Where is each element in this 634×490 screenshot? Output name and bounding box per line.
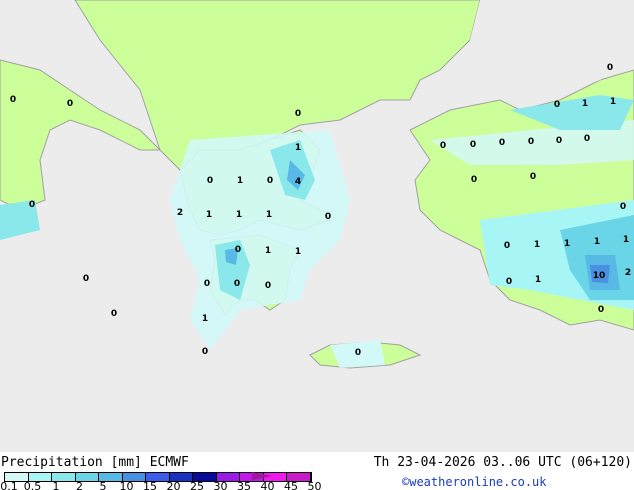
map-value-label: 0 (498, 138, 506, 148)
colorbar-tick: 1 (52, 480, 60, 490)
map-value-label: 1 (235, 210, 243, 220)
map-value-label: 2 (624, 268, 632, 278)
map-value-label: 1 (265, 210, 273, 220)
map-value-label: 0 (66, 99, 74, 109)
map-value-label: 0 (28, 200, 36, 210)
map-value-label: 0 (233, 279, 241, 289)
map-value-label: 1 (581, 99, 589, 109)
map-value-label: 1 (201, 314, 209, 324)
map-value-label: 0 (234, 245, 242, 255)
map-value-label: 0 (553, 100, 561, 110)
colorbar-tick: 30 (213, 480, 228, 490)
colorbar-tick: 15 (143, 480, 157, 490)
map-value-label: 0 (201, 347, 209, 357)
map-value-label: 1 (534, 275, 542, 285)
colorbar-tick: 40 (260, 480, 275, 490)
valid-time: Th 23-04-2026 03..06 UTC (06+120) (373, 455, 632, 470)
map-value-label: 0 (264, 281, 272, 291)
map-value-label: 0 (82, 274, 90, 284)
map-value-label: 1 (205, 210, 213, 220)
map-title: Precipitation [mm] ECMWF (1, 455, 189, 470)
map-value-label: 0 (470, 175, 478, 185)
colorbar-tick: 0.1 (0, 480, 18, 490)
colorbar-overflow-arrow (252, 472, 272, 480)
colorbar-tick: 25 (190, 480, 204, 490)
map-value-label: 4 (294, 177, 302, 187)
colorbar-tick: 45 (284, 480, 298, 490)
colorbar-tick: 0.5 (23, 480, 42, 490)
precipitation-map (0, 0, 634, 452)
map-value-label: 1 (609, 97, 617, 107)
map-value-label: 0 (354, 348, 362, 358)
map-value-label: 0 (555, 136, 563, 146)
colorbar-tick: 2 (76, 480, 83, 490)
map-value-label: 1 (593, 237, 601, 247)
map-value-label: 0 (203, 279, 211, 289)
map-value-label: 1 (264, 246, 272, 256)
map-value-label: 1 (294, 247, 302, 257)
colorbar-tick: 10 (119, 480, 134, 490)
map-value-label: 0 (503, 241, 511, 251)
map-value-label: 0 (583, 134, 591, 144)
colorbar-tick: 20 (166, 480, 181, 490)
map-value-label: 0 (505, 277, 513, 287)
map-value-label: 0 (266, 176, 274, 186)
map-value-label: 0 (527, 137, 535, 147)
map-value-label: 0 (9, 95, 17, 105)
colorbar-tick: 50 (307, 480, 322, 490)
map-value-label: 1 (622, 235, 630, 245)
map-value-label: 1 (236, 176, 244, 186)
weather-map-view: 0001010421110001100000100001100000000001… (0, 0, 634, 490)
map-value-label: 0 (619, 202, 627, 212)
map-value-label: 0 (529, 172, 537, 182)
map-value-label: 0 (597, 305, 605, 315)
map-value-label: 1 (533, 240, 541, 250)
map-value-label: 0 (206, 176, 214, 186)
map-value-label: 0 (606, 63, 614, 73)
map-value-label: 0 (439, 141, 447, 151)
map-value-label: 0 (110, 309, 118, 319)
map-value-label: 1 (563, 239, 571, 249)
map-value-label: 10 (592, 271, 606, 281)
map-value-label: 2 (176, 208, 184, 218)
colorbar-tick: 35 (237, 480, 251, 490)
colorbar-tick: 5 (99, 480, 107, 490)
map-value-label: 0 (324, 212, 332, 222)
map-value-label: 0 (469, 140, 477, 150)
map-value-label: 1 (294, 143, 302, 153)
map-value-label: 0 (294, 109, 302, 119)
credit-link[interactable]: ©weatheronline.co.uk (402, 475, 547, 489)
